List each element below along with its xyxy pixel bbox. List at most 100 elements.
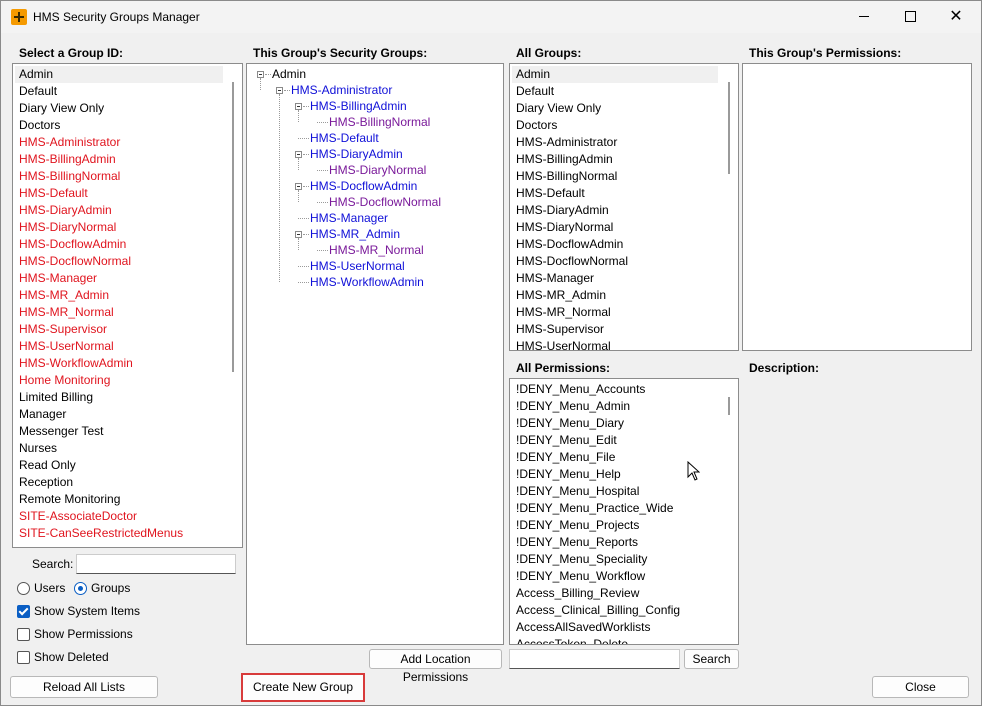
list-item[interactable]: !DENY_Menu_File (516, 449, 615, 466)
minimize-button[interactable] (841, 1, 887, 33)
list-item[interactable]: HMS-MR_Admin (516, 287, 606, 304)
tree-node[interactable]: HMS-DocflowNormal (329, 194, 441, 210)
all-groups-scrollbar[interactable] (728, 82, 730, 174)
tree-node[interactable]: HMS-BillingNormal (329, 114, 430, 130)
tree-node[interactable]: HMS-WorkflowAdmin (310, 274, 424, 290)
list-item[interactable]: Manager (19, 406, 66, 423)
list-item[interactable]: HMS-Administrator (516, 134, 617, 151)
list-item[interactable]: Access_Clinical_Billing_Config (516, 602, 680, 619)
tree-node[interactable]: HMS-Default (310, 130, 379, 146)
search-button[interactable]: Search (684, 649, 739, 669)
list-item[interactable]: HMS-DocflowAdmin (19, 236, 126, 253)
close-window-button[interactable]: ✕ (933, 1, 979, 33)
list-item[interactable]: !DENY_Menu_Projects (516, 517, 639, 534)
groups-radio[interactable] (74, 582, 87, 595)
collapse-icon[interactable] (295, 151, 302, 158)
list-item[interactable]: !DENY_Menu_Diary (516, 415, 624, 432)
list-item[interactable]: HMS-BillingNormal (19, 168, 120, 185)
list-item[interactable]: HMS-Supervisor (19, 321, 107, 338)
list-item[interactable]: HMS-DocflowNormal (19, 253, 131, 270)
tree-node[interactable]: HMS-MR_Normal (329, 242, 424, 258)
list-item[interactable]: !DENY_Menu_Admin (516, 398, 630, 415)
list-item[interactable]: Reception (19, 474, 73, 491)
collapse-icon[interactable] (295, 231, 302, 238)
group-permissions-list[interactable] (742, 63, 972, 351)
list-item[interactable]: HMS-DiaryAdmin (516, 202, 609, 219)
tree-node[interactable]: HMS-DiaryNormal (329, 162, 426, 178)
tree-node[interactable]: Admin (272, 66, 306, 82)
list-item[interactable]: HMS-UserNormal (19, 338, 114, 355)
list-item[interactable]: Diary View Only (516, 100, 601, 117)
tree-node[interactable]: HMS-MR_Admin (310, 226, 400, 242)
list-item[interactable]: HMS-Default (516, 185, 585, 202)
list-item[interactable]: Admin (19, 66, 53, 83)
all-permissions-scrollbar[interactable] (728, 397, 730, 415)
list-item[interactable]: HMS-BillingAdmin (19, 151, 116, 168)
list-item[interactable]: HMS-Supervisor (516, 321, 604, 338)
list-item[interactable]: !DENY_Menu_Workflow (516, 568, 645, 585)
title-bar[interactable]: HMS Security Groups Manager ✕ (1, 1, 981, 33)
list-item[interactable]: !DENY_Menu_Hospital (516, 483, 639, 500)
list-item[interactable]: HMS-DiaryAdmin (19, 202, 112, 219)
list-item[interactable]: Nurses (19, 440, 57, 457)
list-item[interactable]: HMS-MR_Normal (19, 304, 114, 321)
list-item[interactable]: HMS-WorkflowAdmin (19, 355, 133, 372)
list-item[interactable]: HMS-UserNormal (516, 338, 611, 350)
maximize-button[interactable] (887, 1, 933, 33)
list-item[interactable]: !DENY_Menu_Speciality (516, 551, 647, 568)
list-item[interactable]: AccessAllSavedWorklists (516, 619, 650, 636)
list-item[interactable]: !DENY_Menu_Edit (516, 432, 617, 449)
all-permissions-list[interactable]: !DENY_Menu_Accounts !DENY_Menu_Admin !DENY… (509, 378, 739, 645)
list-item[interactable]: Default (516, 83, 554, 100)
list-item[interactable]: Remote Monitoring (19, 491, 120, 508)
tree-node[interactable]: HMS-Administrator (291, 82, 392, 98)
tree-node[interactable]: HMS-Manager (310, 210, 388, 226)
permission-search-input[interactable] (509, 649, 680, 669)
list-item[interactable]: SITE-AssociateDoctor (19, 508, 137, 525)
list-item[interactable]: HMS-DiaryNormal (516, 219, 613, 236)
tree-node[interactable]: HMS-DocflowAdmin (310, 178, 417, 194)
list-item[interactable]: Doctors (516, 117, 557, 134)
search-input[interactable] (76, 554, 236, 574)
users-radio[interactable] (17, 582, 30, 595)
list-item[interactable]: HMS-Default (19, 185, 88, 202)
show-permissions-checkbox[interactable] (17, 628, 30, 641)
list-item[interactable]: HMS-Manager (516, 270, 594, 287)
list-item[interactable]: !DENY_Menu_Practice_Wide (516, 500, 673, 517)
tree-node[interactable]: HMS-BillingAdmin (310, 98, 407, 114)
reload-all-lists-button[interactable]: Reload All Lists (10, 676, 158, 698)
list-item[interactable]: HMS-Manager (19, 270, 97, 287)
list-item[interactable]: AccessToken_Delete (516, 636, 628, 644)
list-item[interactable]: HMS-DocflowAdmin (516, 236, 623, 253)
list-item[interactable]: HMS-DiaryNormal (19, 219, 116, 236)
collapse-icon[interactable] (295, 183, 302, 190)
list-item[interactable]: HMS-MR_Admin (19, 287, 109, 304)
add-location-permissions-button[interactable]: Add Location Permissions (369, 649, 502, 684)
tree-node[interactable]: HMS-DiaryAdmin (310, 146, 403, 162)
list-item[interactable]: Limited Billing (19, 389, 93, 406)
list-item[interactable]: SITE-CanSeeRestrictedMenus (19, 525, 183, 542)
all-groups-list[interactable]: Admin Default Diary View Only Doctors HMS-Ad… (509, 63, 739, 351)
list-item[interactable]: Doctors (19, 117, 60, 134)
list-item[interactable]: HMS-BillingNormal (516, 168, 617, 185)
group-list-scrollbar[interactable] (232, 82, 234, 372)
list-item[interactable]: HMS-Administrator (19, 134, 120, 151)
list-item[interactable]: HMS-MR_Normal (516, 304, 611, 321)
list-item[interactable]: Diary View Only (19, 100, 104, 117)
group-id-list[interactable]: Admin Default Diary View Only Doctors HMS-Ad… (12, 63, 243, 548)
collapse-icon[interactable] (276, 87, 283, 94)
collapse-icon[interactable] (295, 103, 302, 110)
list-item[interactable]: Home Monitoring (19, 372, 110, 389)
list-item[interactable]: Messenger Test (19, 423, 104, 440)
list-item[interactable]: Admin (516, 66, 550, 83)
list-item[interactable]: !DENY_Menu_Help (516, 466, 621, 483)
list-item[interactable]: !DENY_Menu_Reports (516, 534, 638, 551)
list-item[interactable]: HMS-DocflowNormal (516, 253, 628, 270)
close-button[interactable]: Close (872, 676, 969, 698)
list-item[interactable]: !DENY_Menu_Accounts (516, 381, 645, 398)
list-item[interactable]: Read Only (19, 457, 76, 474)
tree-node[interactable]: HMS-UserNormal (310, 258, 405, 274)
show-system-items-checkbox[interactable] (17, 605, 30, 618)
list-item[interactable]: Access_Billing_Review (516, 585, 639, 602)
security-groups-tree[interactable]: Admin HMS-Administrator HMS-BillingAdmin HM… (246, 63, 504, 645)
